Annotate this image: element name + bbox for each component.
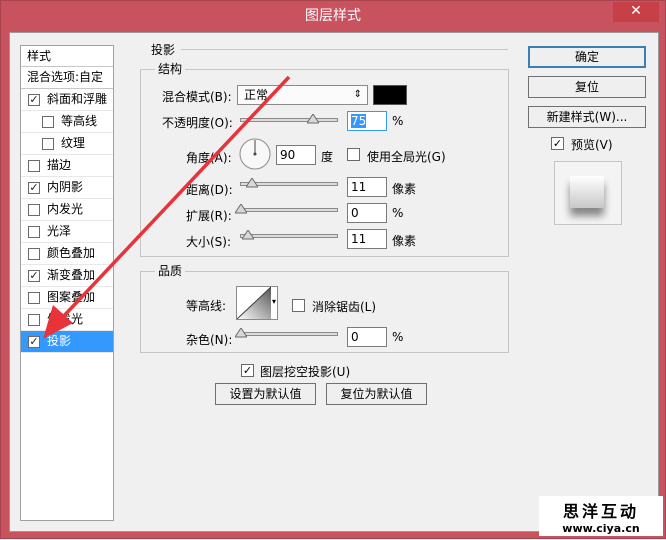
- watermark-line1: 思洋互动: [562, 502, 639, 521]
- annotation-arrow-icon: [43, 75, 291, 339]
- layer-style-dialog: 图层样式 ✕ 样式 混合选项:自定 ✓ 斜面和浮雕 等高线 纹理 描边 ✓ 内阴…: [0, 0, 666, 539]
- watermark-line2: www.ciya.cn: [562, 522, 640, 535]
- watermark-logo: 思洋互动 www.ciya.cn: [539, 496, 663, 536]
